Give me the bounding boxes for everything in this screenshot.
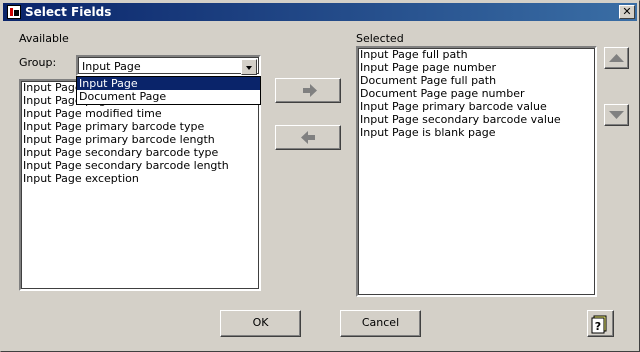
available-list[interactable]: Input Page full pathInput Page page numb… bbox=[19, 79, 261, 291]
help-button[interactable]: ? bbox=[587, 310, 614, 337]
selected-list[interactable]: Input Page full path Input Page page numb… bbox=[356, 46, 597, 297]
add-field-button[interactable] bbox=[275, 78, 341, 103]
available-list-item[interactable]: Input Page modified time bbox=[21, 107, 259, 120]
svg-text:?: ? bbox=[595, 320, 601, 333]
close-button[interactable]: ✕ bbox=[619, 5, 635, 19]
arrow-left-icon bbox=[301, 131, 315, 144]
group-select[interactable]: Input Page bbox=[76, 55, 261, 76]
help-icon: ? bbox=[591, 315, 607, 334]
title-bar[interactable]: Select Fields ✕ bbox=[3, 3, 637, 21]
selected-list-item[interactable]: Input Page page number bbox=[358, 61, 595, 74]
ok-button[interactable]: OK bbox=[220, 310, 301, 337]
triangle-up-icon bbox=[609, 54, 624, 62]
window-title: Select Fields bbox=[25, 5, 112, 19]
ok-button-label: OK bbox=[252, 316, 269, 329]
move-down-button[interactable] bbox=[604, 104, 629, 126]
group-option[interactable]: Document Page bbox=[77, 90, 260, 103]
cancel-button-label: Cancel bbox=[361, 316, 400, 329]
available-list-item[interactable]: Input Page primary barcode type bbox=[21, 120, 259, 133]
selected-list-item[interactable]: Input Page primary barcode value bbox=[358, 100, 595, 113]
available-label: Available bbox=[19, 32, 69, 45]
group-label: Group: bbox=[19, 56, 57, 69]
selected-list-item[interactable]: Input Page full path bbox=[358, 48, 595, 61]
selected-list-item[interactable]: Input Page is blank page bbox=[358, 126, 595, 139]
available-list-item[interactable]: Input Page secondary barcode length bbox=[21, 159, 259, 172]
selected-list-item[interactable]: Document Page full path bbox=[358, 74, 595, 87]
selected-label: Selected bbox=[356, 32, 404, 45]
available-list-item[interactable]: Input Page exception bbox=[21, 172, 259, 185]
chevron-down-icon[interactable] bbox=[241, 59, 257, 75]
group-option[interactable]: Input Page bbox=[77, 77, 260, 90]
available-list-item[interactable]: Input Page secondary barcode type bbox=[21, 146, 259, 159]
move-up-button[interactable] bbox=[604, 47, 629, 69]
triangle-down-icon bbox=[609, 111, 624, 119]
select-fields-dialog: Select Fields ✕ Available Group: Input P… bbox=[0, 0, 640, 352]
remove-field-button[interactable] bbox=[275, 125, 341, 150]
app-icon bbox=[7, 5, 21, 19]
group-dropdown[interactable]: Input Page Document Page bbox=[76, 76, 261, 105]
selected-list-item[interactable]: Input Page secondary barcode value bbox=[358, 113, 595, 126]
arrow-right-icon bbox=[303, 84, 317, 97]
cancel-button[interactable]: Cancel bbox=[340, 310, 421, 337]
available-list-item[interactable]: Input Page primary barcode length bbox=[21, 133, 259, 146]
selected-list-item[interactable]: Document Page page number bbox=[358, 87, 595, 100]
group-select-value: Input Page bbox=[82, 60, 141, 73]
